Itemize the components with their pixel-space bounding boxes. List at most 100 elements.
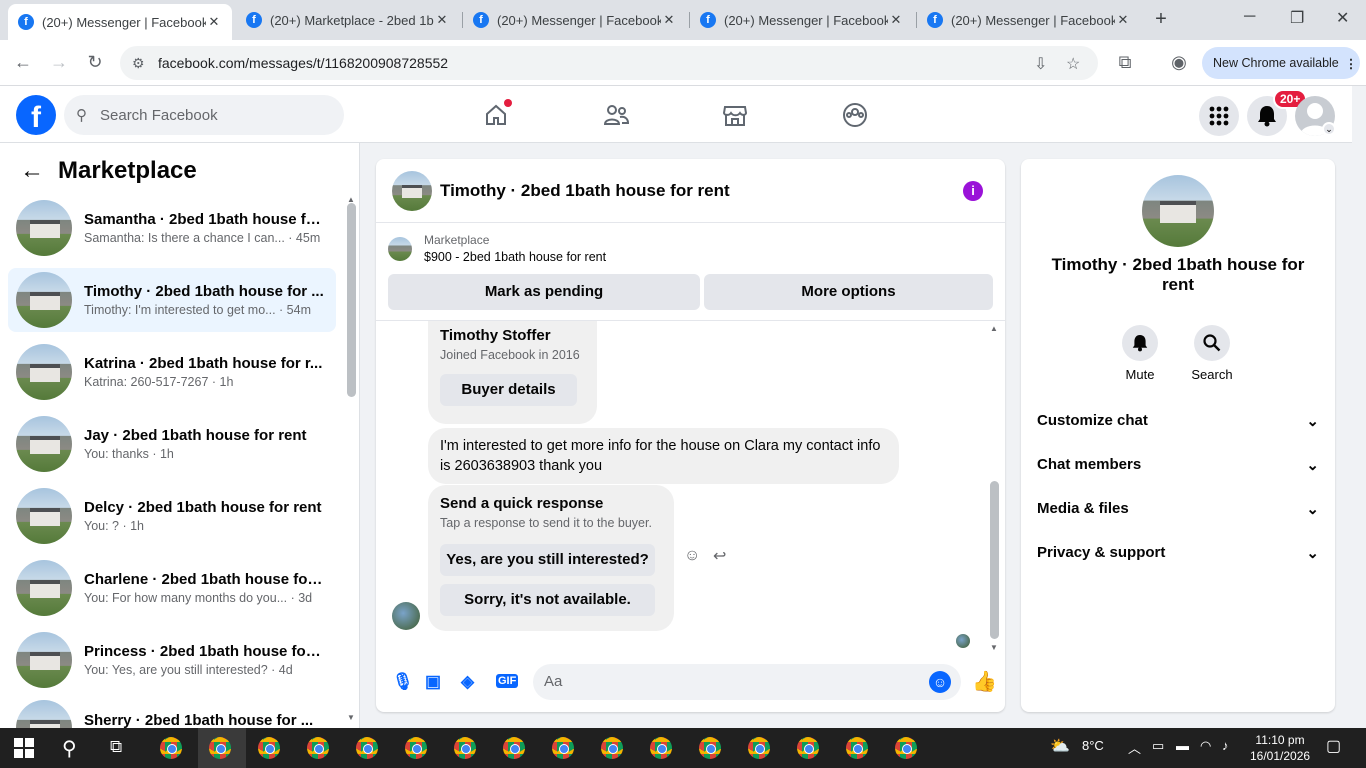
profile-icon[interactable]: ◉ — [1168, 52, 1190, 73]
conversation-item[interactable]: Katrina · 2bed 1bath house for r... Katri… — [8, 340, 336, 404]
scroll-down-icon[interactable]: ▼ — [347, 713, 355, 722]
browser-tab-4[interactable]: f (20+) Messenger | Facebook ✕ — [690, 4, 914, 36]
marketplace-listing-banner[interactable]: Marketplace $900 - 2bed 1bath house for … — [388, 233, 606, 264]
scroll-down-icon[interactable]: ▼ — [990, 643, 998, 650]
new-tab-button[interactable]: + — [1150, 8, 1172, 30]
conversation-item-selected[interactable]: Timothy · 2bed 1bath house for ... Timoth… — [8, 268, 336, 332]
conversation-item[interactable]: Samantha · 2bed 1bath house fo... Samanth… — [8, 196, 336, 260]
taskbar-search-icon[interactable]: ⚲ — [62, 736, 77, 761]
chrome-taskbar-icon[interactable] — [454, 737, 476, 759]
listing-thumbnail[interactable] — [392, 170, 432, 211]
minimize-icon[interactable]: ─ — [1244, 8, 1255, 26]
chrome-taskbar-icon[interactable] — [699, 737, 721, 759]
account-chevron-icon[interactable]: ⌄ — [1322, 122, 1336, 136]
wifi-icon[interactable]: ◠ — [1200, 738, 1211, 754]
close-tab-icon[interactable]: ✕ — [206, 14, 222, 30]
menu-grid-icon[interactable] — [1199, 96, 1239, 136]
restore-icon[interactable]: ❐ — [1290, 8, 1304, 28]
reply-arrow-icon[interactable]: ↩ — [713, 546, 726, 566]
marketplace-icon[interactable] — [720, 101, 750, 129]
close-tab-icon[interactable]: ✕ — [1115, 12, 1131, 28]
chrome-taskbar-icon[interactable] — [160, 737, 182, 759]
photo-attach-icon[interactable]: ▣ — [425, 672, 441, 692]
search-conversation-button[interactable]: Search — [1182, 325, 1242, 382]
address-bar[interactable]: ⚙ facebook.com/messages/t/11682009087285… — [120, 46, 1098, 80]
media-files-row[interactable]: Media & files ⌄ — [1037, 500, 1319, 518]
chat-title[interactable]: Timothy · 2bed 1bath house for rent — [440, 181, 730, 201]
privacy-support-row[interactable]: Privacy & support ⌄ — [1037, 544, 1319, 562]
chrome-taskbar-icon[interactable] — [552, 737, 574, 759]
react-smiley-icon[interactable]: ☺ — [684, 547, 700, 565]
browser-tab-3[interactable]: f (20+) Messenger | Facebook ✕ — [463, 4, 687, 36]
sender-avatar[interactable] — [392, 602, 420, 630]
weather-icon[interactable]: ⛅ — [1050, 736, 1070, 756]
chrome-taskbar-icon[interactable] — [895, 737, 917, 759]
weather-temp[interactable]: 8°C — [1082, 738, 1104, 753]
chrome-taskbar-icon[interactable] — [601, 737, 623, 759]
mark-as-pending-button[interactable]: Mark as pending — [388, 274, 700, 310]
gif-icon[interactable]: GIF — [496, 674, 519, 688]
battery-icon[interactable]: ▬ — [1176, 738, 1189, 753]
install-app-icon[interactable]: ⇩ — [1034, 54, 1047, 74]
buyer-details-button[interactable]: Buyer details — [440, 374, 577, 406]
emoji-icon[interactable]: ☺ — [929, 671, 951, 693]
close-tab-icon[interactable]: ✕ — [434, 12, 450, 28]
chat-members-row[interactable]: Chat members ⌄ — [1037, 456, 1319, 474]
customize-chat-row[interactable]: Customize chat ⌄ — [1037, 412, 1319, 430]
sticker-icon[interactable]: ◈ — [461, 672, 474, 692]
tray-chevron-icon[interactable]: ︿ — [1128, 738, 1141, 757]
chrome-taskbar-icon[interactable] — [846, 737, 868, 759]
message-input[interactable]: Aa ☺ — [533, 664, 961, 700]
friends-icon[interactable] — [601, 101, 631, 129]
home-icon[interactable] — [481, 99, 512, 129]
chrome-taskbar-icon[interactable] — [307, 737, 329, 759]
chrome-taskbar-icon[interactable] — [405, 737, 427, 759]
message-bubble[interactable]: I'm interested to get more info for the … — [428, 428, 899, 484]
browser-tab-1[interactable]: f (20+) Messenger | Facebook ✕ — [8, 4, 232, 40]
chrome-update-button[interactable]: New Chrome available ⋮ — [1202, 47, 1360, 79]
window-close-icon[interactable]: ✕ — [1336, 8, 1349, 28]
chrome-taskbar-icon[interactable] — [209, 737, 231, 759]
site-info-icon[interactable]: ⚙ — [132, 55, 145, 72]
bookmark-star-icon[interactable]: ☆ — [1066, 54, 1080, 74]
back-icon[interactable]: ← — [12, 52, 34, 73]
chrome-taskbar-icon[interactable] — [797, 737, 819, 759]
conversation-item[interactable]: Jay · 2bed 1bath house for rent You: than… — [8, 412, 336, 476]
thumbs-up-icon[interactable]: 👍 — [972, 669, 997, 694]
chrome-taskbar-icon[interactable] — [650, 737, 672, 759]
groups-icon[interactable] — [840, 101, 870, 129]
forward-icon[interactable]: → — [48, 52, 70, 73]
back-arrow-icon[interactable]: ← — [20, 157, 44, 185]
reload-icon[interactable]: ↻ — [84, 52, 106, 73]
task-view-icon[interactable]: ⧉ — [110, 737, 122, 757]
facebook-logo-icon[interactable]: f — [16, 95, 56, 135]
microphone-icon[interactable]: 🎙 — [392, 672, 414, 692]
quick-reply-still-interested-button[interactable]: Yes, are you still interested? — [440, 544, 655, 576]
tray-device-icon[interactable]: ▭ — [1152, 738, 1164, 754]
chrome-taskbar-icon[interactable] — [503, 737, 525, 759]
more-options-button[interactable]: More options — [704, 274, 993, 310]
notification-center-icon[interactable]: ▢ — [1326, 736, 1341, 756]
chrome-taskbar-icon[interactable] — [258, 737, 280, 759]
conversation-item[interactable]: Charlene · 2bed 1bath house for ... You: … — [8, 556, 336, 620]
quick-reply-not-available-button[interactable]: Sorry, it's not available. — [440, 584, 655, 616]
search-input[interactable]: ⚲ Search Facebook — [64, 95, 344, 135]
mute-button[interactable]: Mute — [1110, 325, 1170, 382]
page-scrollbar[interactable] — [1352, 86, 1366, 728]
volume-icon[interactable]: ♪ — [1222, 738, 1229, 753]
browser-tab-2[interactable]: f (20+) Marketplace - 2bed 1ba ✕ — [236, 4, 460, 36]
conversation-item[interactable]: Sherry · 2bed 1bath house for ... — [8, 700, 336, 728]
thread-scrollbar[interactable]: ▲ ▼ — [990, 324, 999, 650]
chrome-taskbar-icon[interactable] — [356, 737, 378, 759]
sidebar-scrollbar[interactable] — [347, 203, 356, 397]
browser-tab-5[interactable]: f (20+) Messenger | Facebook ✕ — [917, 4, 1141, 36]
thread-scroll-thumb[interactable] — [990, 481, 999, 639]
info-icon[interactable]: i — [963, 181, 983, 201]
conversation-item[interactable]: Delcy · 2bed 1bath house for rent You: ? … — [8, 484, 336, 548]
taskbar-clock[interactable]: 11:10 pm 16/01/2026 — [1250, 732, 1310, 764]
close-tab-icon[interactable]: ✕ — [888, 12, 904, 28]
windows-start-icon[interactable] — [14, 738, 34, 758]
close-tab-icon[interactable]: ✕ — [661, 12, 677, 28]
conversation-item[interactable]: Princess · 2bed 1bath house for r... You:… — [8, 628, 336, 692]
chrome-taskbar-icon[interactable] — [748, 737, 770, 759]
